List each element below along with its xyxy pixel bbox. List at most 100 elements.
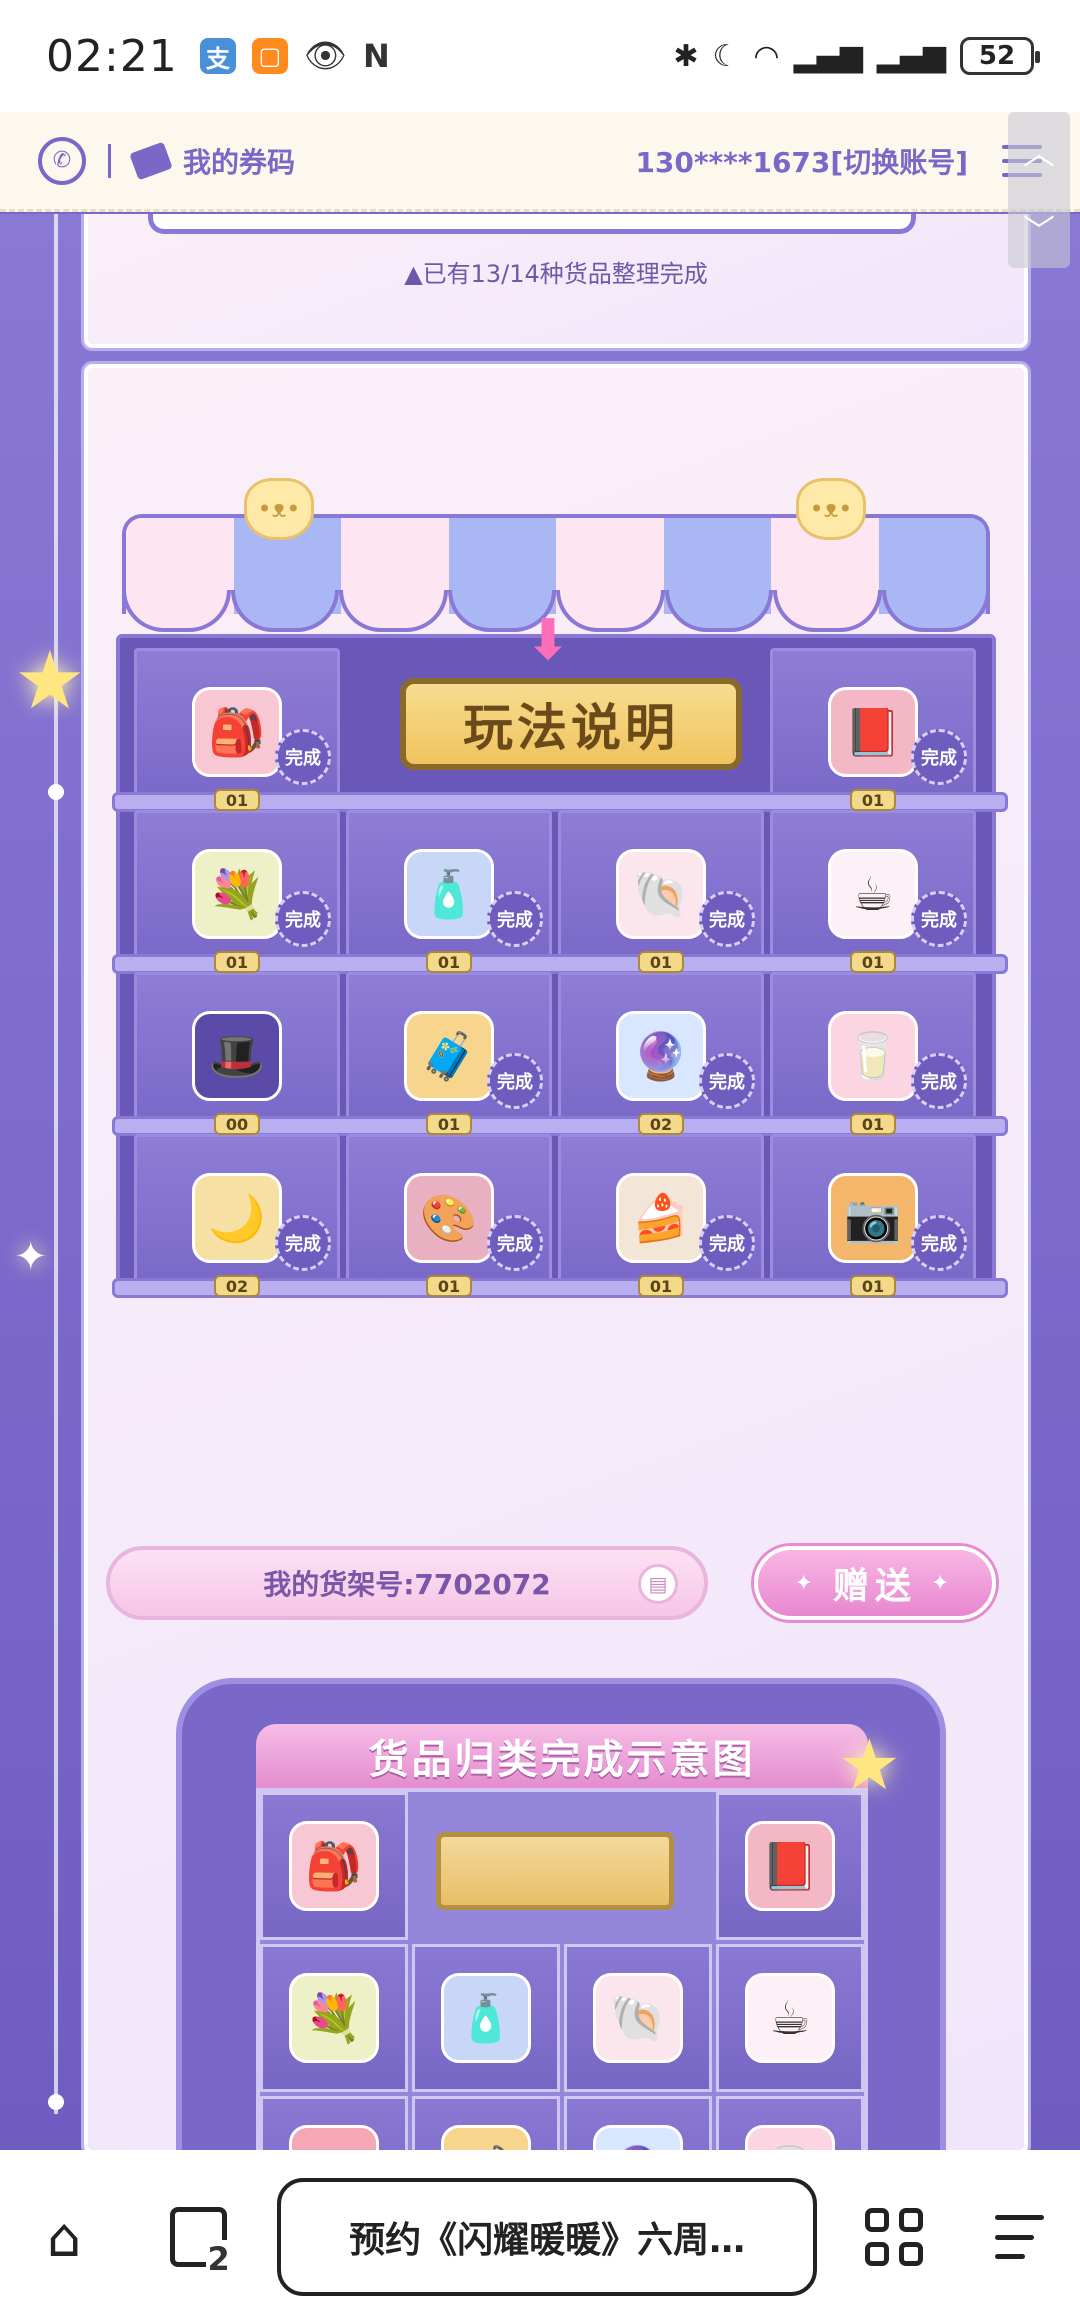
home-icon[interactable]: ⌂ (36, 2206, 92, 2269)
bluetooth-icon: ✱ (673, 38, 699, 74)
done-badge: 完成 (275, 729, 331, 785)
decorative-dot (48, 2094, 64, 2110)
done-badge: 完成 (487, 1053, 543, 1109)
shelf-slot[interactable]: 🎨 完成 01 (346, 1134, 552, 1297)
shelf-slot[interactable]: 🥛 完成 01 (770, 972, 976, 1135)
bunny-backpack-item[interactable]: 🎒 (192, 687, 282, 777)
game-rules-button[interactable]: 玩法说明 (400, 678, 742, 770)
shelf-panel: •ᴥ• •ᴥ• ⬇ 玩法说明 🎒 完成 01 📕 完成 01 💐 完成 01 🧴 完成 01 🐚 完成 01… (84, 364, 1028, 2150)
diagram-item-icon: 🔮 (593, 2125, 683, 2150)
shelf-slot[interactable]: 📕 完成 01 (770, 648, 976, 811)
my-coupons-link[interactable]: 我的券码 (183, 141, 295, 181)
shelf-slot[interactable]: 🔮 完成 02 (558, 972, 764, 1135)
item-count: 02 (214, 1275, 260, 1297)
seashell-item[interactable]: 🐚 (616, 849, 706, 939)
diagram-slot: 💐 (260, 1944, 408, 2092)
down-arrow-icon: ⬇ (524, 608, 572, 673)
brand-logo-icon[interactable]: ✆ (38, 136, 86, 185)
milk-carton-item[interactable]: 🥛 (828, 1011, 918, 1101)
decorative-line (54, 214, 58, 2114)
shelf-slot[interactable]: 📷 完成 01 (770, 1134, 976, 1297)
completion-diagram: 货品归类完成示意图 🎒📕💐🧴🐚☕🎩🧳🔮🥛🌙🎨🍰📷 ★ (176, 1678, 946, 2150)
divider (108, 143, 111, 178)
diagram-slot: 🔮 (564, 2096, 712, 2150)
diagram-item-icon: 🎩 (289, 2125, 379, 2150)
wifi-icon: ◠ (753, 38, 780, 74)
cake-slice-item[interactable]: 🍰 (616, 1173, 706, 1263)
diagram-slot: ☕ (716, 1944, 864, 2092)
eyeshadow-palette-item[interactable]: 🎨 (404, 1173, 494, 1263)
alipay-icon: 支 (199, 38, 236, 74)
tab-count: 2 (205, 2240, 232, 2278)
shelf-slot[interactable]: 🧳 完成 01 (346, 972, 552, 1135)
diagram-item-icon: 🧳 (441, 2125, 531, 2150)
panel-frame (148, 214, 916, 234)
bunny-mug-item[interactable]: ☕ (828, 849, 918, 939)
item-count: 01 (426, 1275, 472, 1297)
shelf-slot[interactable]: ☕ 完成 01 (770, 810, 976, 973)
done-badge: 完成 (487, 891, 543, 947)
done-badge: 完成 (487, 1215, 543, 1271)
diagram-slot: 📕 (716, 1792, 864, 1940)
shelf-slot[interactable]: 🐚 完成 01 (558, 810, 764, 973)
menu-icon[interactable] (995, 2215, 1044, 2259)
cat-mascot-icon: •ᴥ• (796, 478, 866, 540)
diagram-slot: 🐚 (564, 1944, 712, 2092)
moon-pillow-item[interactable]: 🌙 (192, 1173, 282, 1263)
progress-panel: ▲已有13/14种货品整理完成 (84, 214, 1028, 348)
address-bar[interactable]: 预约《闪耀暖暖》六周… (276, 2178, 818, 2296)
item-count: 01 (214, 789, 260, 811)
shelf-slot[interactable]: 🧴 完成 01 (346, 810, 552, 973)
camera-item[interactable]: 📷 (828, 1173, 918, 1263)
diagram-slot: 🥛 (716, 2096, 864, 2150)
scroll-down-icon[interactable]: ﹀ (1023, 206, 1055, 252)
copy-icon[interactable]: ▤ (638, 1564, 678, 1604)
clock: 02:21 (46, 30, 178, 82)
diagram-title: 货品归类完成示意图 (256, 1724, 868, 1788)
event-page[interactable]: ★ ✦ ▲已有13/14种货品整理完成 •ᴥ• •ᴥ• ⬇ 玩法说明 🎒 完成 … (0, 214, 1080, 2150)
crystal-ball-item[interactable]: 🔮 (616, 1011, 706, 1101)
diagram-item-icon: 🧴 (441, 1973, 531, 2063)
page-scroll-controls: ︿ ﹀ (1008, 112, 1070, 268)
status-bar: 02:21 支 ▢ 👁 N ✱ ☾ ◠ ▂▄▆ ▂▄▆ 52 (0, 0, 1080, 112)
diagram-slot: 🧴 (412, 1944, 560, 2092)
photo-album-item[interactable]: 📕 (828, 687, 918, 777)
shelf-slot[interactable]: 🎩 00 (134, 972, 340, 1135)
diagram-item-icon: 💐 (289, 1973, 379, 2063)
diagram-slot: 🧳 (412, 2096, 560, 2150)
cat-hat-item[interactable]: 🎩 (192, 1011, 282, 1101)
shelf-slot[interactable]: 💐 完成 01 (134, 810, 340, 973)
cat-mascot-icon: •ᴥ• (244, 478, 314, 540)
item-count: 00 (214, 1113, 260, 1135)
item-count: 01 (850, 1113, 896, 1135)
diagram-item-icon: ☕ (745, 1973, 835, 2063)
scroll-up-icon[interactable]: ︿ (1023, 128, 1055, 174)
diagram-slot: 🎒 (260, 1792, 408, 1940)
done-badge: 完成 (911, 729, 967, 785)
star-decoration-icon: ★ (14, 634, 86, 727)
suitcase-item[interactable]: 🧳 (404, 1011, 494, 1101)
item-count: 01 (214, 951, 260, 973)
shelf-slot[interactable]: 🎒 完成 01 (134, 648, 340, 811)
item-count: 01 (426, 1113, 472, 1135)
shelf-slot[interactable]: 🍰 完成 01 (558, 1134, 764, 1297)
tabs-button[interactable]: 2 (170, 2207, 232, 2278)
nfc-icon: N (362, 37, 390, 75)
flower-basket-item[interactable]: 💐 (192, 849, 282, 939)
diagram-grid: 🎒📕💐🧴🐚☕🎩🧳🔮🥛🌙🎨🍰📷 (256, 1788, 868, 2150)
switch-account-link[interactable]: 130****1673[切换账号] (635, 141, 968, 181)
diagram-sign (436, 1832, 674, 1910)
item-count: 01 (426, 951, 472, 973)
battery-indicator: 52 (960, 37, 1040, 75)
done-badge: 完成 (275, 891, 331, 947)
gift-button[interactable]: ✦ 赠送 ✦ (754, 1546, 996, 1620)
apps-grid-icon[interactable] (865, 2208, 924, 2266)
perfume-bottle-item[interactable]: 🧴 (404, 849, 494, 939)
sparkle-decoration-icon: ✦ (14, 1234, 48, 1280)
coupon-icon (129, 141, 173, 180)
progress-text: ▲已有13/14种货品整理完成 (404, 260, 708, 288)
shelf-slot[interactable]: 🌙 完成 02 (134, 1134, 340, 1297)
shelf-grid: 玩法说明 🎒 完成 01 📕 完成 01 💐 完成 01 🧴 完成 01 🐚 完成 01 ☕ 完成 01 🎩 00 🧳 完… (112, 634, 1008, 1298)
diagram-item-icon: 📕 (745, 1821, 835, 1911)
system-icons: ✱ ☾ ◠ ▂▄▆ ▂▄▆ 52 (673, 37, 1040, 75)
